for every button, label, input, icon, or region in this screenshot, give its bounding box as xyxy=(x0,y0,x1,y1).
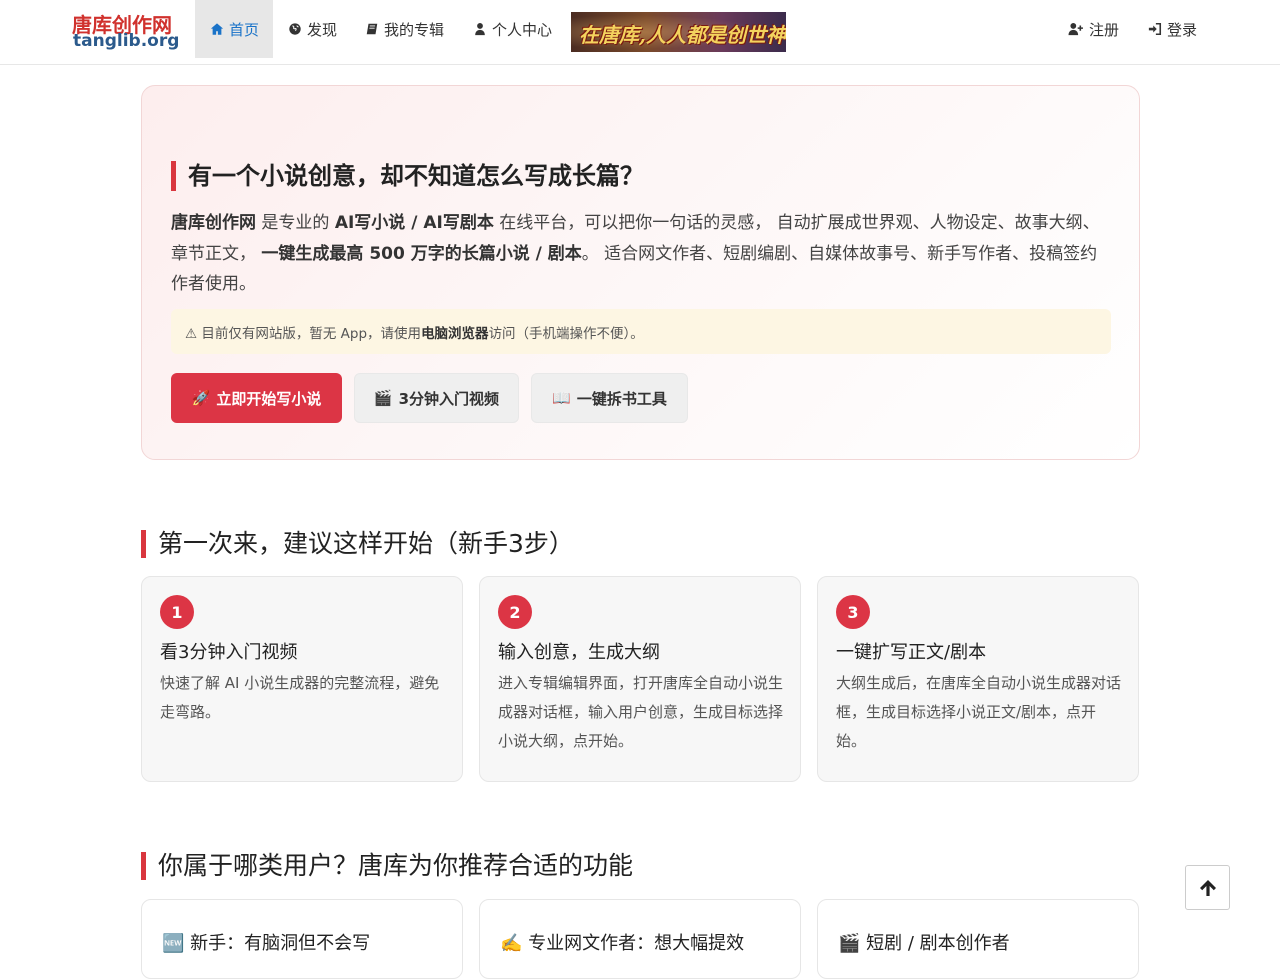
hero-desc-part-1: 是专业的 xyxy=(256,213,335,233)
back-to-top-button[interactable] xyxy=(1185,865,1230,910)
user-type-label: 🎬 短剧 / 剧本创作者 xyxy=(838,933,1010,954)
step-number-badge: 3 xyxy=(836,595,870,629)
banner-text: 在唐库,人人都是创世神! xyxy=(579,23,786,47)
rocket-icon: 🚀 xyxy=(191,389,211,407)
user-icon xyxy=(475,23,485,36)
open-book-icon: 📖 xyxy=(552,389,571,407)
user-type-card-beginner[interactable]: 🆕 新手：有脑洞但不会写 xyxy=(141,899,463,979)
hero-card: 有一个小说创意，却不知道怎么写成长篇？ 唐库创作网 是专业的 AI写小说 / A… xyxy=(141,85,1140,460)
nav-item-discover[interactable]: 发现 xyxy=(273,0,352,58)
hero-title: 有一个小说创意，却不知道怎么写成长篇？ xyxy=(171,161,644,191)
nav-item-home[interactable]: 首页 xyxy=(195,0,273,58)
book-icon xyxy=(366,23,378,35)
step-description: 进入专辑编辑界面，打开唐库全自动小说生成器对话框，输入用户创意，生成目标选择小说… xyxy=(498,674,784,750)
step-number-badge: 1 xyxy=(160,595,194,629)
intro-video-label: 3分钟入门视频 xyxy=(398,389,500,408)
nav-item-my-albums[interactable]: 我的专辑 xyxy=(350,0,459,58)
step-card: 1 看3分钟入门视频 快速了解 AI 小说生成器的完整流程，避免走弯路。 xyxy=(141,576,463,782)
register-label: 注册 xyxy=(1089,20,1120,39)
book-split-label: 一键拆书工具 xyxy=(576,389,667,408)
step-title: 看3分钟入门视频 xyxy=(160,642,298,663)
promo-banner[interactable]: 在唐库,人人都是创世神! xyxy=(571,12,786,52)
user-plus-icon xyxy=(1068,23,1083,36)
login-link[interactable]: 登录 xyxy=(1133,0,1212,58)
start-writing-button[interactable]: 🚀 立即开始写小说 xyxy=(171,373,342,423)
brand-name: 唐库创作网 xyxy=(171,213,256,233)
step-description: 快速了解 AI 小说生成器的完整流程，避免走弯路。 xyxy=(160,674,440,721)
step-title: 一键扩写正文/剧本 xyxy=(836,642,987,663)
user-type-label: 🆕 新手：有脑洞但不会写 xyxy=(162,933,371,954)
user-type-label: ✍️ 专业网文作者：想大幅提效 xyxy=(500,933,745,954)
nav-item-profile-label: 个人中心 xyxy=(492,20,553,39)
user-type-card-pro-writer[interactable]: ✍️ 专业网文作者：想大幅提效 xyxy=(479,899,801,979)
user-type-card-screenwriter[interactable]: 🎬 短剧 / 剧本创作者 xyxy=(817,899,1139,979)
notice-part-2: 访问（手机端操作不便）。 xyxy=(488,325,644,342)
notice-part-1: ⚠ 目前仅有网站版，暂无 App，请使用 xyxy=(185,325,422,342)
register-link[interactable]: 注册 xyxy=(1052,0,1134,58)
step-number-badge: 2 xyxy=(498,595,532,629)
globe-icon xyxy=(289,23,301,35)
user-types-section-title: 你属于哪类用户？唐库为你推荐合适的功能 xyxy=(141,852,633,880)
notice-bold: 电脑浏览器 xyxy=(421,325,489,342)
step-title: 输入创意，生成大纲 xyxy=(498,642,660,663)
arrow-up-icon xyxy=(1199,879,1216,896)
start-writing-label: 立即开始写小说 xyxy=(216,389,322,408)
nav-item-discover-label: 发现 xyxy=(307,20,338,39)
nav-item-profile[interactable]: 个人中心 xyxy=(458,0,567,58)
hero-desc-bold-2: 一键生成最高 500 万字的长篇小说 / 剧本 xyxy=(261,243,582,264)
navbar: 唐库创作网 tanglib.org 首页 发现 我的专辑 个人中心 在唐库,人人… xyxy=(0,0,1280,65)
steps-section-title: 第一次来，建议这样开始（新手3步） xyxy=(141,530,574,558)
step-card: 2 输入创意，生成大纲 进入专辑编辑界面，打开唐库全自动小说生成器对话框，输入用… xyxy=(479,576,801,782)
nav-item-home-label: 首页 xyxy=(229,20,260,39)
hero-desc-bold-1: AI写小说 / AI写剧本 xyxy=(334,213,494,233)
intro-video-button[interactable]: 🎬 3分钟入门视频 xyxy=(354,373,519,423)
nav-item-my-albums-label: 我的专辑 xyxy=(384,20,445,39)
step-card: 3 一键扩写正文/剧本 大纲生成后，在唐库全自动小说生成器对话框，生成目标选择小… xyxy=(817,576,1139,782)
sign-in-icon xyxy=(1148,22,1162,36)
logo-domain-text: tanglib.org xyxy=(73,31,180,51)
hero-description: 唐库创作网 是专业的 AI写小说 / AI写剧本 在线平台，可以把你一句话的灵感… xyxy=(171,208,1111,300)
site-logo[interactable]: 唐库创作网 tanglib.org xyxy=(72,9,182,55)
book-split-button[interactable]: 📖 一键拆书工具 xyxy=(531,373,688,423)
clapper-icon: 🎬 xyxy=(373,389,393,407)
step-description: 大纲生成后，在唐库全自动小说生成器对话框，生成目标选择小说正文/剧本，点开始。 xyxy=(836,674,1122,750)
home-icon xyxy=(210,23,224,35)
browser-notice: ⚠ 目前仅有网站版，暂无 App，请使用 电脑浏览器 访问（手机端操作不便）。 xyxy=(171,309,1111,354)
login-label: 登录 xyxy=(1167,20,1198,39)
